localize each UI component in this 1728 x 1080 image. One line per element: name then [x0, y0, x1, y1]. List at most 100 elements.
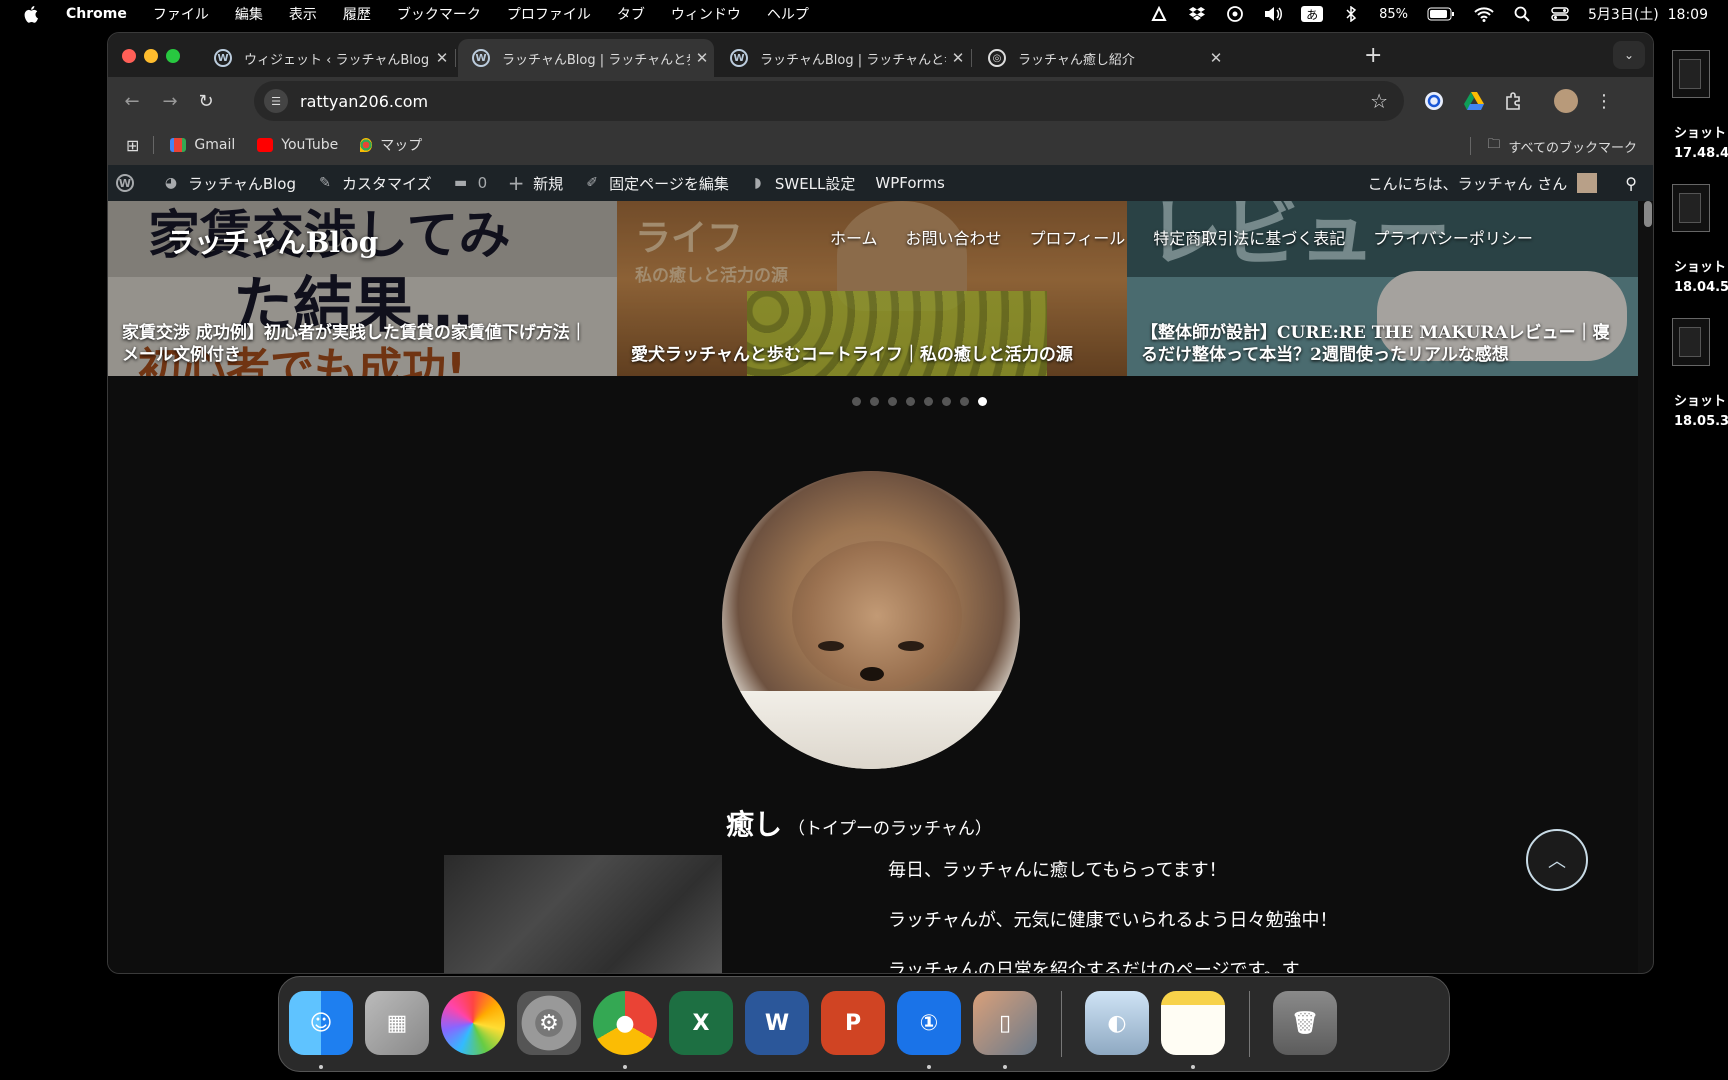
settings-icon[interactable]: ⚙: [517, 991, 581, 1055]
word-icon[interactable]: W: [745, 991, 809, 1055]
tab-blog-active[interactable]: W ラッチャんBlog | ラッチャんと歩 ✕: [458, 39, 714, 77]
slider-dot[interactable]: [870, 397, 879, 406]
admin-customize[interactable]: ✎ カスタマイズ: [316, 173, 431, 194]
menu-bookmarks[interactable]: ブックマーク: [397, 4, 481, 24]
more-menu-icon[interactable]: ⋮: [1592, 89, 1616, 113]
powerpoint-icon[interactable]: P: [821, 991, 885, 1055]
google-drive-icon[interactable]: [1462, 89, 1486, 113]
bookmark-gmail[interactable]: Gmail: [170, 137, 235, 153]
nav-privacy[interactable]: プライバシーポリシー: [1373, 225, 1533, 249]
admin-greeting[interactable]: こんにちは、ラッチャん さん: [1368, 173, 1568, 194]
close-tab-icon[interactable]: ✕: [1204, 49, 1228, 67]
minimize-window-button[interactable]: [144, 49, 158, 63]
close-tab-icon[interactable]: ✕: [690, 49, 714, 67]
menu-app-name[interactable]: Chrome: [66, 6, 127, 22]
menu-file[interactable]: ファイル: [153, 4, 209, 24]
tab-search-button[interactable]: ⌄: [1613, 41, 1645, 69]
ime-indicator[interactable]: あ: [1301, 6, 1324, 22]
close-tab-icon[interactable]: ✕: [430, 49, 454, 67]
extensions-puzzle-icon[interactable]: [1502, 89, 1526, 113]
close-tab-icon[interactable]: ✕: [946, 49, 970, 67]
menu-profiles[interactable]: プロファイル: [507, 4, 591, 24]
scroll-to-top-button[interactable]: ︿: [1526, 829, 1588, 891]
desktop-file[interactable]: ショット 18.05.33: [1658, 318, 1728, 452]
preview-icon[interactable]: ◐: [1085, 991, 1149, 1055]
control-center-icon[interactable]: [1550, 6, 1570, 22]
admin-site-name[interactable]: ◕ ラッチャんBlog: [162, 173, 296, 194]
dropbox-icon[interactable]: [1187, 6, 1207, 22]
menu-history[interactable]: 履歴: [343, 4, 371, 24]
menu-help[interactable]: ヘルプ: [767, 4, 809, 24]
slider-dot[interactable]: [960, 397, 969, 406]
slider-dot[interactable]: [888, 397, 897, 406]
onepassword-icon[interactable]: ①: [897, 991, 961, 1055]
iphone-icon[interactable]: ▯: [973, 991, 1037, 1055]
extension-icon[interactable]: [1422, 89, 1446, 113]
zoom-window-button[interactable]: [166, 49, 180, 63]
apps-grid-icon[interactable]: ⊞: [126, 136, 139, 155]
desktop-file[interactable]: ショット 18.04.50: [1658, 184, 1728, 318]
tab-chatgpt[interactable]: ◎ ラッチャん癒し紹介 ✕: [974, 39, 1228, 77]
admin-new[interactable]: + 新規: [507, 171, 563, 195]
slider-dot[interactable]: [942, 397, 951, 406]
reload-button[interactable]: ↻: [192, 87, 220, 115]
new-tab-button[interactable]: +: [1364, 43, 1382, 68]
wordpress-icon: W: [214, 49, 232, 67]
tab-widgets[interactable]: W ウィジェット ‹ ラッチャんBlog — ✕: [200, 39, 456, 77]
admin-search-icon[interactable]: ⚲: [1625, 174, 1637, 193]
notes-icon[interactable]: [1161, 991, 1225, 1055]
volume-icon[interactable]: [1263, 6, 1283, 22]
bookmark-star-icon[interactable]: ☆: [1370, 89, 1388, 113]
battery-icon[interactable]: [1426, 6, 1456, 22]
all-bookmarks-button[interactable]: 🗀 すべてのブックマーク: [1470, 135, 1637, 157]
photos-icon[interactable]: [441, 991, 505, 1055]
menu-edit[interactable]: 編集: [235, 4, 263, 24]
slide-caption[interactable]: 愛犬ラッチャんと歩むコートライフ｜私の癒しと活力の源: [631, 344, 1113, 366]
wifi-icon[interactable]: [1474, 6, 1494, 22]
admin-avatar[interactable]: [1577, 173, 1598, 193]
tab-blog[interactable]: W ラッチャんBlog | ラッチャんと歩 ✕: [716, 39, 972, 77]
address-bar[interactable]: ☰ rattyan206.com ☆: [254, 81, 1404, 121]
status-app-icon[interactable]: [1149, 6, 1169, 22]
slider-dot[interactable]: [852, 397, 861, 406]
close-window-button[interactable]: [122, 49, 136, 63]
wp-logo-menu[interactable]: W: [116, 174, 142, 192]
menu-tab[interactable]: タブ: [617, 4, 645, 24]
slider-dot[interactable]: [906, 397, 915, 406]
slide-caption[interactable]: 【整体師が設計】CURE:RE THE MAKURAレビュー｜寝るだけ整体って本…: [1141, 322, 1624, 366]
admin-edit-page[interactable]: ✐ 固定ページを編集: [583, 173, 729, 194]
slide-caption[interactable]: 家賃交渉 成功例】初心者が実践した賃貸の家賃値下げ方法｜メール文例付き: [122, 322, 603, 366]
excel-icon[interactable]: X: [669, 991, 733, 1055]
desktop-file[interactable]: ショット 17.48.46: [1658, 50, 1728, 184]
nav-contact[interactable]: お問い合わせ: [906, 225, 1002, 249]
site-info-icon[interactable]: ☰: [264, 89, 288, 113]
vpn-icon[interactable]: [1225, 6, 1245, 22]
running-indicator: [927, 1065, 931, 1069]
bookmark-youtube[interactable]: YouTube: [257, 137, 338, 153]
apple-icon[interactable]: [24, 5, 40, 23]
finder-icon[interactable]: ☺: [289, 991, 353, 1055]
slider-dot[interactable]: [924, 397, 933, 406]
admin-swell-label: SWELL設定: [774, 174, 856, 193]
menu-view[interactable]: 表示: [289, 4, 317, 24]
menu-window[interactable]: ウィンドウ: [671, 4, 741, 24]
profile-avatar[interactable]: [1554, 89, 1578, 113]
chrome-icon[interactable]: ●: [593, 991, 657, 1055]
slider-dot[interactable]: [978, 397, 987, 406]
admin-swell[interactable]: ◗ SWELL設定: [749, 173, 856, 194]
admin-wpforms[interactable]: WPForms: [875, 174, 944, 192]
spotlight-icon[interactable]: [1512, 6, 1532, 22]
back-button[interactable]: ←: [118, 87, 146, 115]
bookmark-maps[interactable]: マップ: [360, 135, 422, 155]
nav-legal[interactable]: 特定商取引法に基づく表記: [1153, 225, 1345, 249]
nav-home[interactable]: ホーム: [830, 225, 878, 249]
menubar-clock[interactable]: 5月3日(土) 18:09: [1588, 4, 1708, 24]
bluetooth-icon[interactable]: [1341, 6, 1361, 22]
admin-comments[interactable]: ▬ 0: [452, 174, 487, 192]
launchpad-icon[interactable]: ▦: [365, 991, 429, 1055]
forward-button[interactable]: →: [156, 87, 184, 115]
site-title[interactable]: ラッチャんBlog: [166, 221, 378, 261]
nav-profile[interactable]: プロフィール: [1030, 225, 1126, 249]
scrollbar-thumb[interactable]: [1644, 201, 1652, 227]
trash-icon[interactable]: 🗑: [1273, 991, 1337, 1055]
